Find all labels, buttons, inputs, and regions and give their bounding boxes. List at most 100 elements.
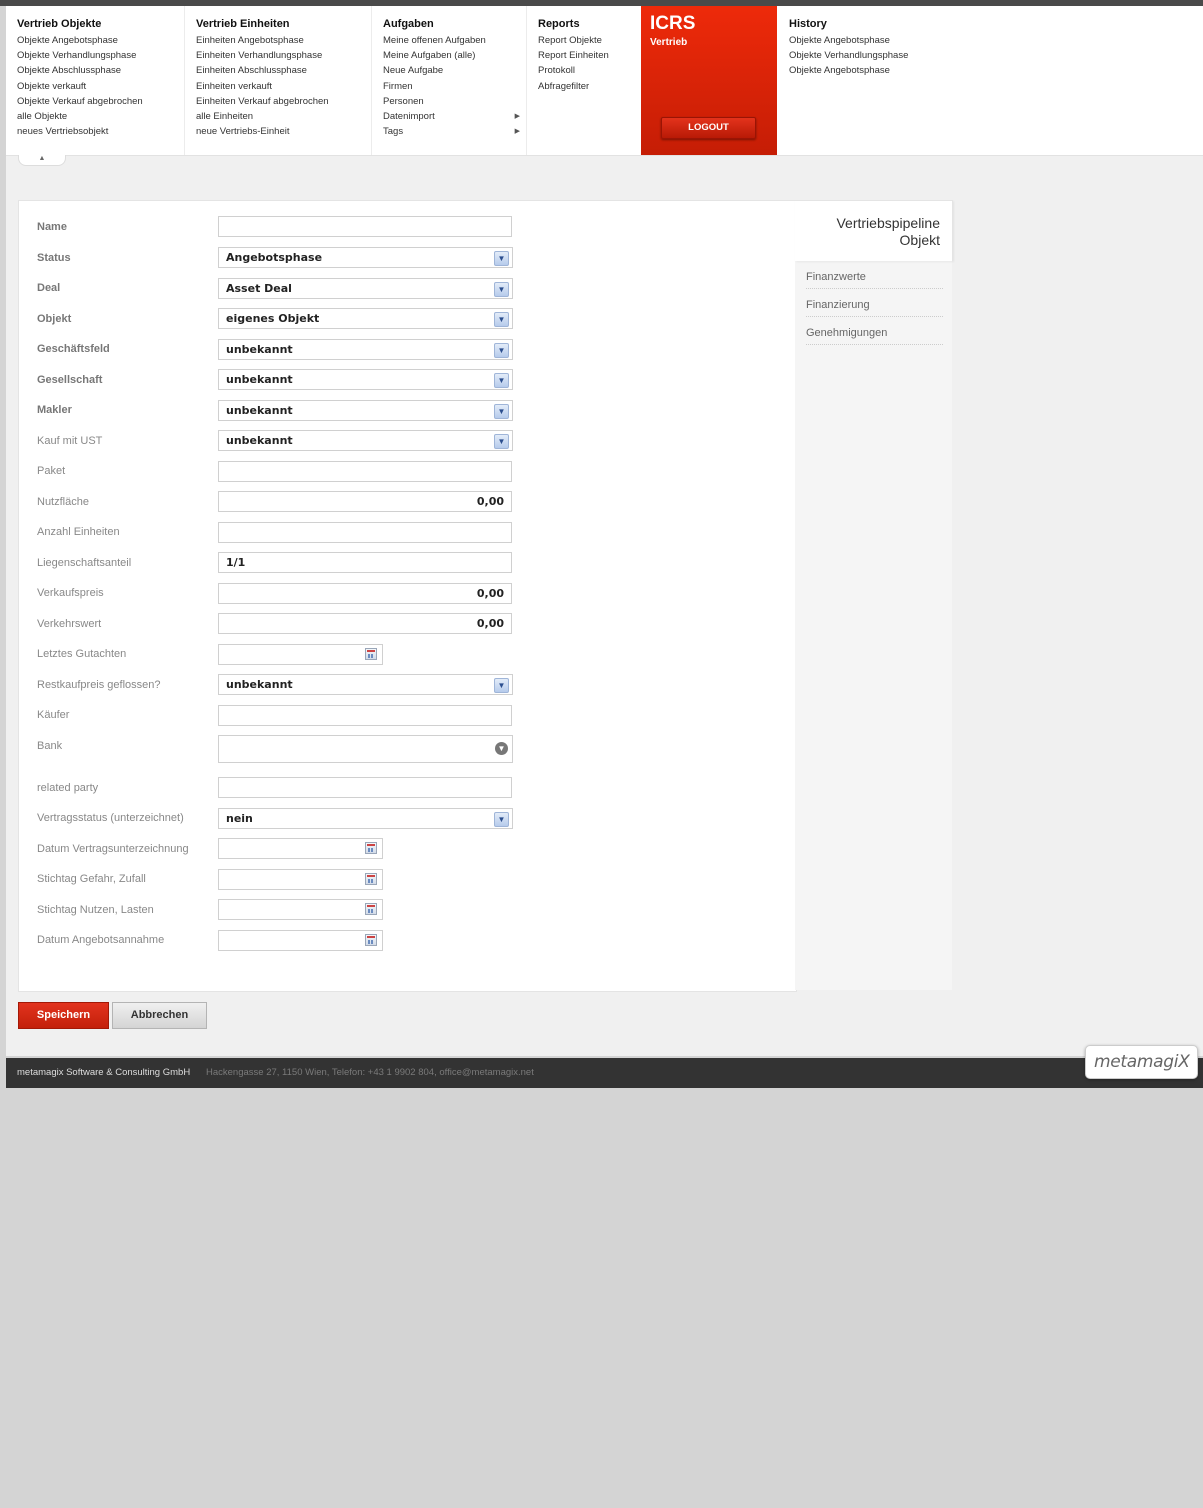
calendar-icon[interactable] — [365, 648, 377, 660]
kauf-mit-ust-select[interactable]: unbekannt ▼ — [218, 430, 513, 451]
menu-item[interactable]: Report Einheiten — [538, 48, 640, 63]
dropdown-arrow-icon[interactable]: ▼ — [494, 282, 509, 297]
sidebar-link-finanzwerte[interactable]: Finanzwerte — [806, 271, 943, 289]
restkaufpreis-select[interactable]: unbekannt ▼ — [218, 674, 513, 695]
history-item[interactable]: Objekte Angebotsphase — [789, 33, 978, 48]
menu-title: Vertrieb Einheiten — [196, 18, 290, 30]
calendar-icon[interactable] — [365, 873, 377, 885]
dropdown-arrow-icon[interactable]: ▼ — [494, 251, 509, 266]
status-select[interactable]: Angebotsphase ▼ — [218, 247, 513, 268]
nutzflaeche-label: Nutzfläche — [37, 496, 89, 508]
menu-item[interactable]: Protokoll — [538, 63, 640, 78]
dropdown-arrow-icon[interactable]: ▼ — [495, 742, 508, 755]
kaeufer-input[interactable] — [218, 705, 512, 726]
menu-item[interactable]: Personen — [383, 94, 526, 109]
liegenschaftsanteil-label: Liegenschaftsanteil — [37, 557, 132, 569]
dropdown-arrow-icon[interactable]: ▼ — [494, 434, 509, 449]
tab-title-line1: Vertriebspipeline — [836, 215, 940, 231]
vertragsstatus-select[interactable]: nein ▼ — [218, 808, 513, 829]
related-party-input[interactable] — [218, 777, 512, 798]
verkaufspreis-input[interactable]: 0,00 — [218, 583, 512, 604]
menu-item[interactable]: Einheiten verkauft — [196, 79, 371, 94]
tab-vertriebspipeline-objekt[interactable]: Vertriebspipeline Objekt — [795, 200, 953, 261]
calendar-icon[interactable] — [365, 903, 377, 915]
menu-item[interactable]: alle Objekte — [17, 109, 184, 124]
menu-item[interactable]: Meine Aufgaben (alle) — [383, 48, 526, 63]
dropdown-arrow-icon[interactable]: ▼ — [494, 373, 509, 388]
stichtag-nutzen-label: Stichtag Nutzen, Lasten — [37, 904, 154, 916]
menu-history: History Objekte Angebotsphase Objekte Ve… — [778, 6, 978, 155]
dropdown-arrow-icon[interactable]: ▼ — [494, 812, 509, 827]
stichtag-gefahr-date[interactable] — [218, 869, 383, 890]
verkehrswert-input[interactable]: 0,00 — [218, 613, 512, 634]
menu-item[interactable]: Einheiten Verhandlungsphase — [196, 48, 371, 63]
cancel-button[interactable]: Abbrechen — [112, 1002, 207, 1029]
menu-item[interactable]: neue Vertriebs-Einheit — [196, 124, 371, 139]
related-party-label: related party — [37, 782, 99, 794]
name-input[interactable] — [218, 216, 512, 237]
vertragsstatus-value: nein — [226, 812, 253, 825]
submenu-arrow-icon: ▶ — [514, 128, 520, 136]
history-item[interactable]: Objekte Verhandlungsphase — [789, 48, 978, 63]
menu-item[interactable]: neues Vertriebsobjekt — [17, 124, 184, 139]
collapse-menu-toggle[interactable]: ▲ — [18, 155, 66, 166]
verkehrswert-label: Verkehrswert — [37, 618, 102, 630]
datum-angebot-date[interactable] — [218, 930, 383, 951]
menu-title: Aufgaben — [383, 18, 434, 30]
stichtag-gefahr-label: Stichtag Gefahr, Zufall — [37, 873, 146, 885]
restkaufpreis-label: Restkaufpreis geflossen? — [37, 679, 161, 691]
logout-button[interactable]: LOGOUT — [661, 117, 756, 139]
menu-item[interactable]: Meine offenen Aufgaben — [383, 33, 526, 48]
geschaeftsfeld-value: unbekannt — [226, 343, 293, 356]
menu-item[interactable]: Einheiten Verkauf abgebrochen — [196, 94, 371, 109]
menu-item[interactable]: alle Einheiten — [196, 109, 371, 124]
nutzflaeche-input[interactable]: 0,00 — [218, 491, 512, 512]
verkaufspreis-label: Verkaufspreis — [37, 587, 104, 599]
menu-item[interactable]: Objekte Abschlussphase — [17, 63, 184, 78]
deal-select[interactable]: Asset Deal ▼ — [218, 278, 513, 299]
gesellschaft-select[interactable]: unbekannt ▼ — [218, 369, 513, 390]
letztes-gutachten-date[interactable] — [218, 644, 383, 665]
menu-title: Reports — [538, 18, 580, 30]
dropdown-arrow-icon[interactable]: ▼ — [494, 343, 509, 358]
dropdown-arrow-icon[interactable]: ▼ — [494, 678, 509, 693]
menu-item-label: Datenimport — [383, 111, 435, 123]
objekt-label: Objekt — [37, 313, 72, 325]
menu-item[interactable]: Report Objekte — [538, 33, 640, 48]
menu-item[interactable]: Abfragefilter — [538, 79, 640, 94]
dropdown-arrow-icon[interactable]: ▼ — [494, 404, 509, 419]
menu-item[interactable]: Firmen — [383, 79, 526, 94]
sidebar-link-genehmigungen[interactable]: Genehmigungen — [806, 327, 943, 345]
objekt-select[interactable]: eigenes Objekt ▼ — [218, 308, 513, 329]
menu-item[interactable]: Objekte Verkauf abgebrochen — [17, 94, 184, 109]
sidebar-link-finanzierung[interactable]: Finanzierung — [806, 299, 943, 317]
menu-item[interactable]: Objekte Angebotsphase — [17, 33, 184, 48]
geschaeftsfeld-select[interactable]: unbekannt ▼ — [218, 339, 513, 360]
calendar-icon[interactable] — [365, 934, 377, 946]
dropdown-arrow-icon[interactable]: ▼ — [494, 312, 509, 327]
menu-item-tags[interactable]: Tags ▶ — [383, 124, 526, 139]
datum-vertrag-date[interactable] — [218, 838, 383, 859]
calendar-icon[interactable] — [365, 842, 377, 854]
menu-title: History — [789, 18, 827, 30]
submenu-arrow-icon: ▶ — [514, 113, 520, 121]
menu-item[interactable]: Neue Aufgabe — [383, 63, 526, 78]
anzahl-einheiten-input[interactable] — [218, 522, 512, 543]
menu-item-label: Tags — [383, 126, 404, 138]
kaeufer-label: Käufer — [37, 709, 70, 721]
menu-item[interactable]: Einheiten Angebotsphase — [196, 33, 371, 48]
menu-item[interactable]: Objekte verkauft — [17, 79, 184, 94]
save-button[interactable]: Speichern — [18, 1002, 109, 1029]
makler-select[interactable]: unbekannt ▼ — [218, 400, 513, 421]
bank-select[interactable]: ▼ — [218, 735, 513, 763]
menu-item-datenimport[interactable]: Datenimport ▶ — [383, 109, 526, 124]
history-item[interactable]: Objekte Angebotsphase — [789, 63, 978, 78]
main-menu: Vertrieb Objekte Objekte Angebotsphase O… — [6, 6, 1203, 156]
menu-item[interactable]: Objekte Verhandlungsphase — [17, 48, 184, 63]
liegenschaftsanteil-input[interactable]: 1/1 — [218, 552, 512, 573]
menu-item[interactable]: Einheiten Abschlussphase — [196, 63, 371, 78]
stichtag-nutzen-date[interactable] — [218, 899, 383, 920]
paket-input[interactable] — [218, 461, 512, 482]
kauf-mit-ust-value: unbekannt — [226, 434, 293, 447]
letztes-gutachten-label: Letztes Gutachten — [37, 648, 127, 660]
